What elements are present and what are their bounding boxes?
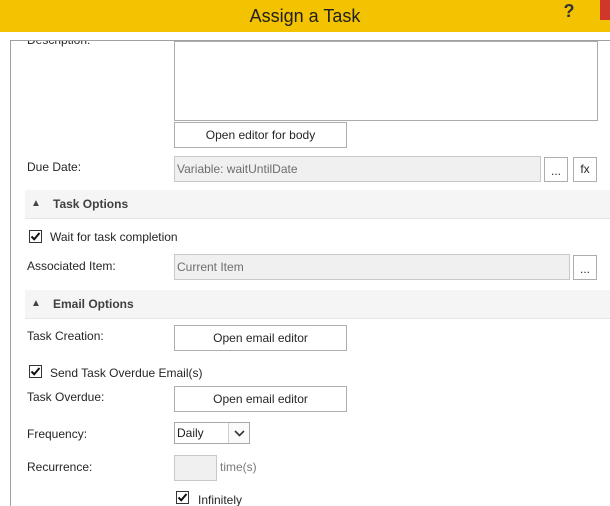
task-overdue-label: Task Overdue: xyxy=(27,390,105,404)
task-creation-email-editor-button[interactable]: Open email editor xyxy=(174,325,347,351)
chevron-down-icon[interactable] xyxy=(228,423,249,443)
checkmark-icon xyxy=(30,232,41,241)
collapse-chevron-icon[interactable]: ▲ xyxy=(31,191,41,217)
wait-for-completion-label[interactable]: Wait for task completion xyxy=(50,229,178,245)
due-date-field[interactable]: Variable: waitUntilDate xyxy=(174,156,541,182)
frequency-dropdown[interactable]: Daily xyxy=(174,422,250,444)
window-title: Assign a Task xyxy=(249,6,361,26)
email-options-title: Email Options xyxy=(53,297,134,311)
associated-item-browse-button[interactable]: ... xyxy=(573,255,597,280)
associated-item-field[interactable]: Current Item xyxy=(174,254,570,280)
associated-item-label: Associated Item: xyxy=(27,259,116,273)
due-date-browse-button[interactable]: ... xyxy=(544,157,568,182)
dialog-content: Description: Open editor for body Due Da… xyxy=(10,40,610,506)
task-options-section-header[interactable]: ▲ Task Options xyxy=(25,190,610,219)
task-creation-label: Task Creation: xyxy=(27,329,104,343)
help-button[interactable]: ? xyxy=(558,0,580,22)
recurrence-input[interactable] xyxy=(174,455,217,481)
description-textarea[interactable] xyxy=(174,41,598,121)
due-date-label: Due Date: xyxy=(27,160,82,174)
infinitely-checkbox[interactable] xyxy=(176,491,189,504)
due-date-fx-button[interactable]: fx xyxy=(573,157,597,182)
infinitely-label[interactable]: Infinitely xyxy=(198,492,242,506)
wait-for-completion-checkbox[interactable] xyxy=(29,230,42,243)
send-overdue-email-label[interactable]: Send Task Overdue Email(s) xyxy=(50,365,203,381)
description-label: Description: xyxy=(27,40,91,47)
recurrence-unit: time(s) xyxy=(220,460,257,474)
task-options-title: Task Options xyxy=(53,197,129,211)
checkmark-icon xyxy=(177,493,188,502)
close-button[interactable] xyxy=(600,0,610,20)
task-overdue-email-editor-button[interactable]: Open email editor xyxy=(174,386,347,412)
checkmark-icon xyxy=(30,367,41,376)
email-options-section-header[interactable]: ▲ Email Options xyxy=(25,290,610,319)
frequency-value: Daily xyxy=(177,426,204,440)
send-overdue-email-checkbox[interactable] xyxy=(29,365,42,378)
frequency-label: Frequency: xyxy=(27,427,88,441)
recurrence-label: Recurrence: xyxy=(27,460,93,474)
collapse-chevron-icon[interactable]: ▲ xyxy=(31,291,41,317)
open-editor-for-body-button[interactable]: Open editor for body xyxy=(174,122,347,148)
